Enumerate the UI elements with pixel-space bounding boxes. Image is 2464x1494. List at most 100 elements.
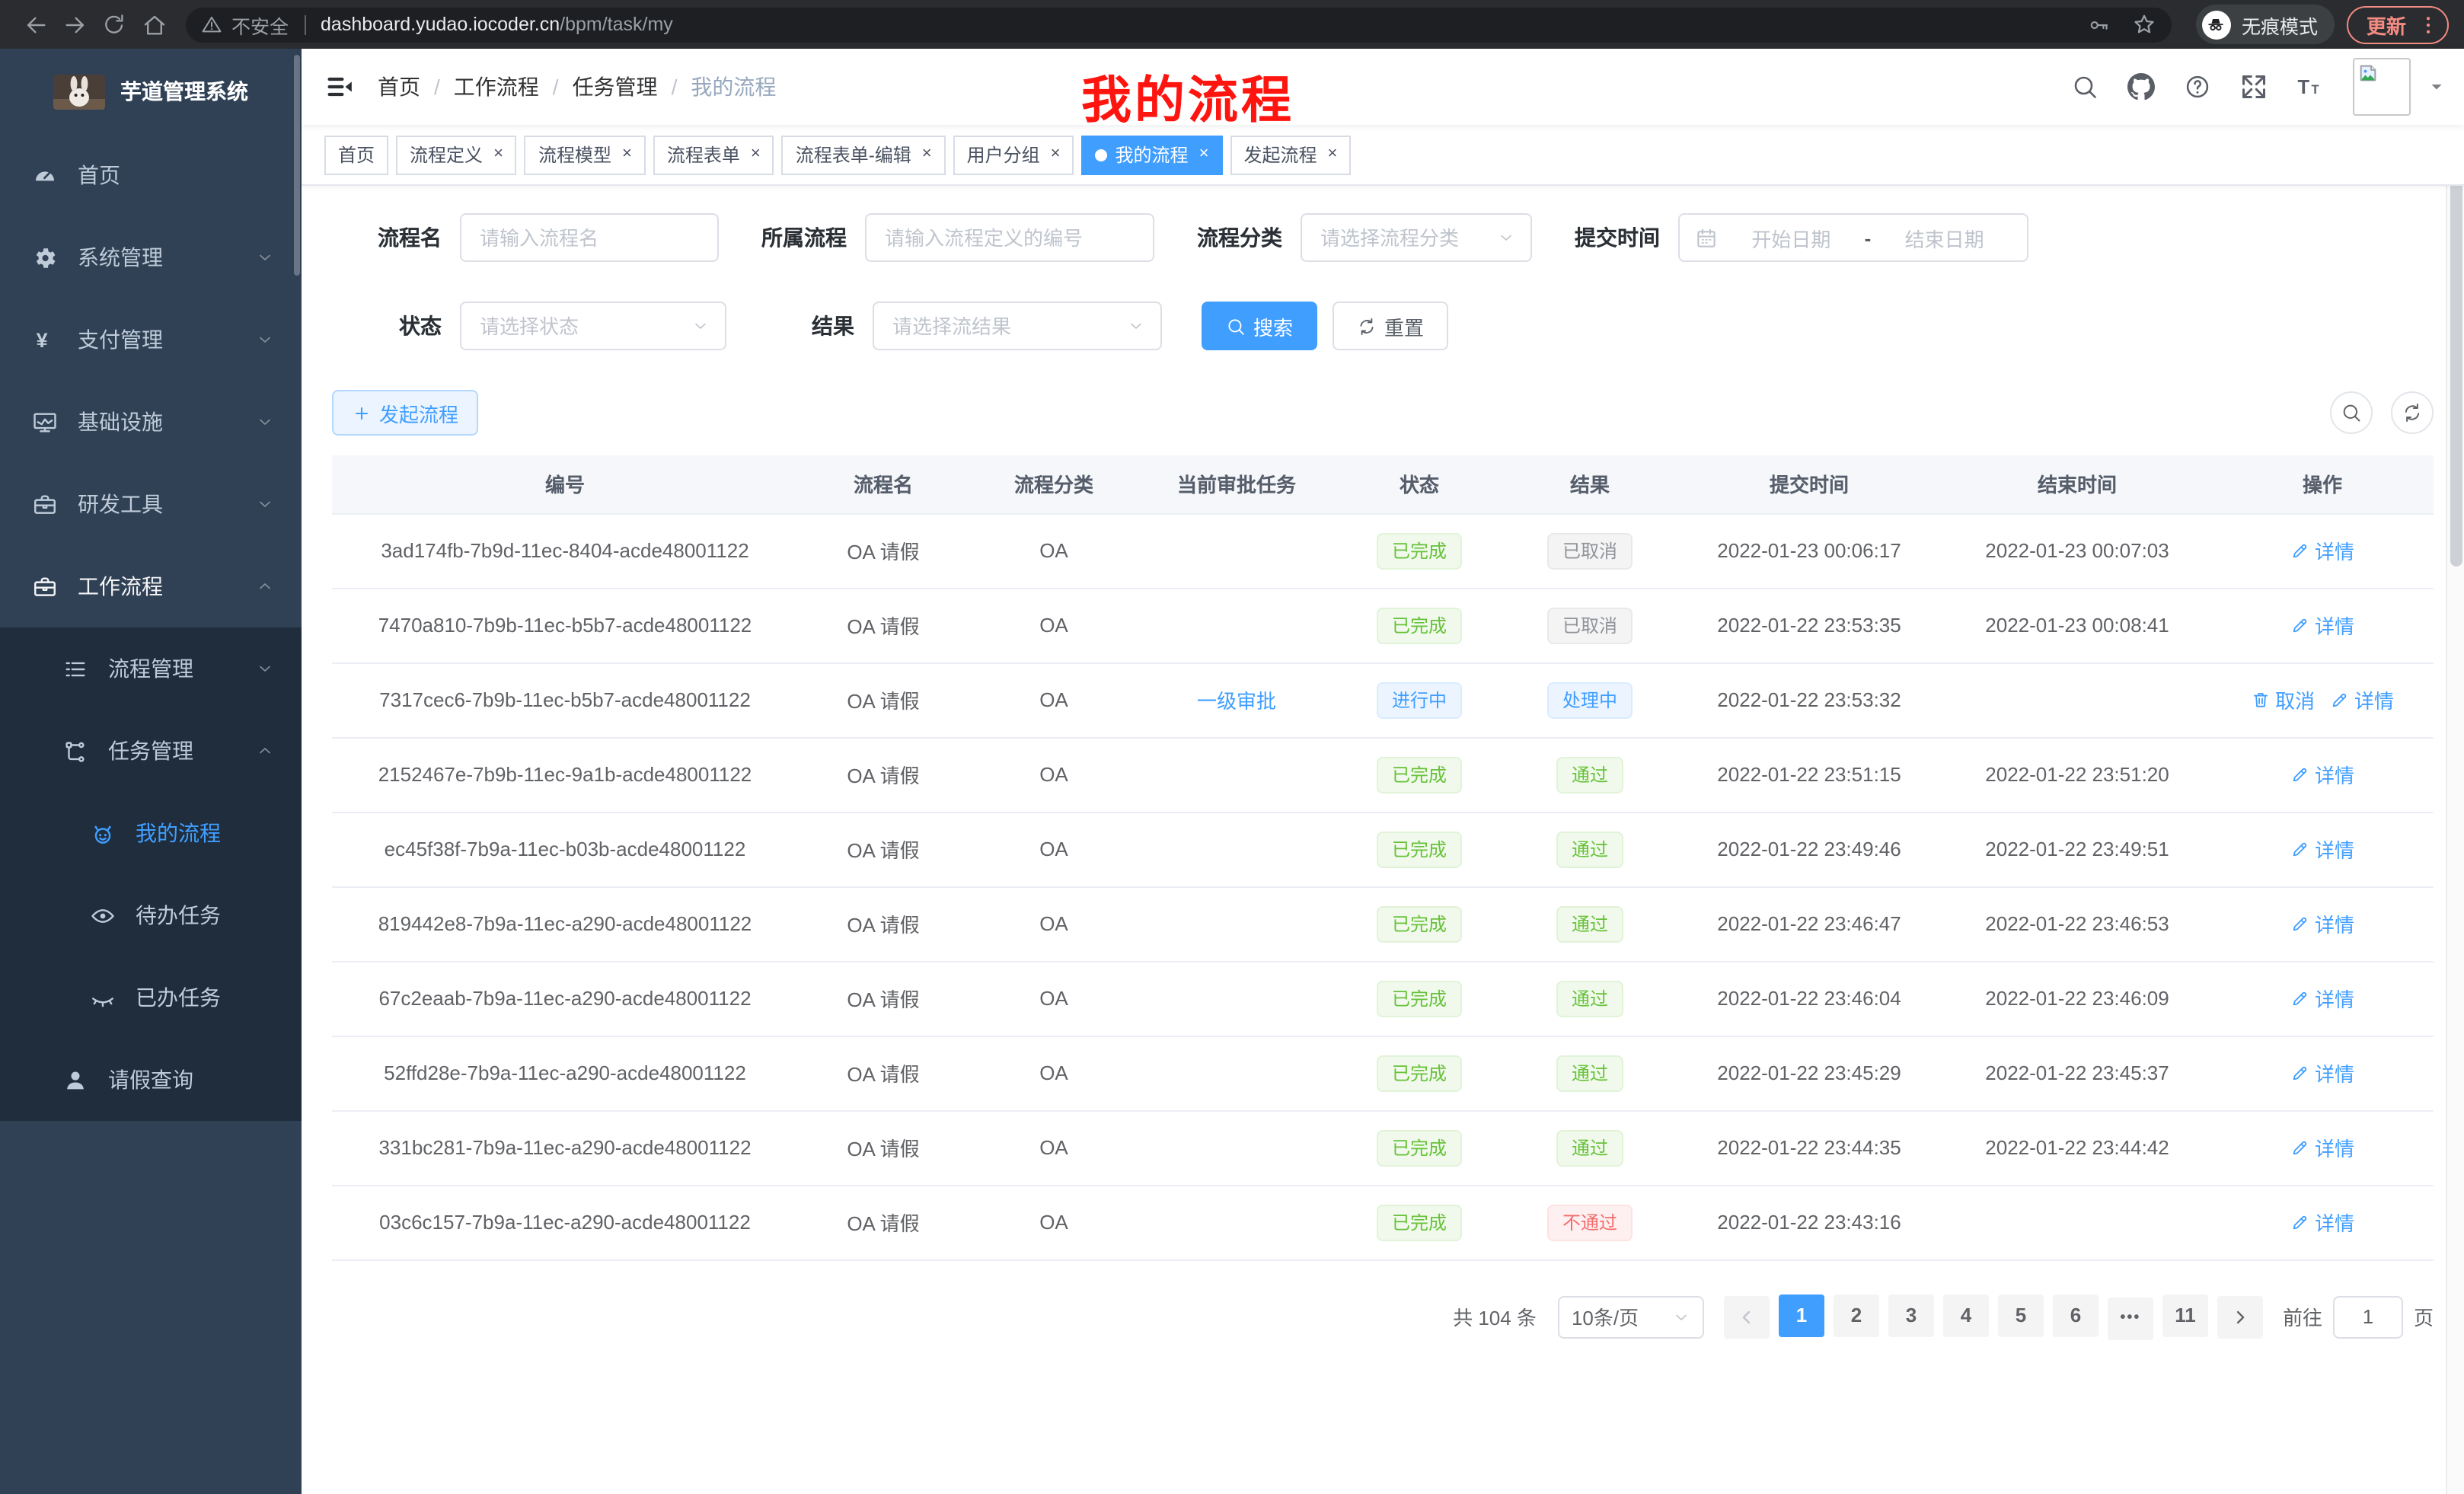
sidebar-scrollbar[interactable] — [294, 55, 300, 276]
search-button[interactable]: 搜索 — [1202, 302, 1317, 350]
detail-link[interactable]: 详情 — [2290, 536, 2354, 565]
star-icon[interactable] — [2132, 12, 2156, 37]
sidebar-item-leave-query[interactable]: 请假查询 — [0, 1039, 302, 1121]
detail-link[interactable]: 详情 — [2290, 984, 2354, 1013]
browser-back-button[interactable] — [15, 5, 55, 44]
svg-text:¥: ¥ — [36, 328, 47, 351]
page-scrollbar[interactable] — [2446, 49, 2464, 1494]
toggle-search-button[interactable] — [2330, 391, 2373, 434]
status-tag: 已完成 — [1377, 607, 1462, 643]
cancel-link[interactable]: 取消 — [2251, 685, 2315, 714]
detail-link[interactable]: 详情 — [2290, 1058, 2354, 1087]
next-page-button[interactable] — [2217, 1295, 2263, 1338]
tab-我的流程[interactable]: 我的流程× — [1082, 135, 1223, 174]
sidebar-item-home[interactable]: 首页 — [0, 134, 302, 216]
browser-reload-button[interactable] — [94, 5, 134, 44]
browser-update-button[interactable]: 更新 — [2347, 5, 2449, 43]
status-select-field[interactable] — [477, 313, 685, 339]
detail-link[interactable]: 详情 — [2290, 835, 2354, 864]
close-icon[interactable]: × — [1327, 146, 1337, 163]
close-icon[interactable]: × — [751, 146, 761, 163]
address-bar[interactable]: 不安全 dashboard.yudao.iocoder.cn/bpm/task/… — [186, 7, 2172, 42]
sidebar-item-infra[interactable]: 基础设施 — [0, 381, 302, 463]
column-header: 结束时间 — [1943, 455, 2211, 513]
sidebar-item-done-task[interactable]: 已办任务 — [0, 956, 302, 1039]
tab-流程表单-编辑[interactable]: 流程表单-编辑× — [782, 135, 946, 174]
process-name-input[interactable] — [460, 213, 719, 262]
sidebar-item-process-mgmt[interactable]: 流程管理 — [0, 627, 302, 710]
sidebar-toggle-button[interactable] — [302, 72, 378, 102]
detail-link[interactable]: 详情 — [2290, 909, 2354, 938]
column-header: 编号 — [332, 455, 798, 513]
result-select-field[interactable] — [889, 313, 1121, 339]
close-icon[interactable]: × — [922, 146, 932, 163]
create-process-button[interactable]: 发起流程 — [332, 390, 478, 436]
key-icon[interactable] — [2088, 13, 2111, 36]
page-button-2[interactable]: 2 — [1834, 1294, 1879, 1336]
process-category-select-field[interactable] — [1317, 225, 1491, 251]
sidebar-item-devtool[interactable]: 研发工具 — [0, 463, 302, 545]
close-icon[interactable]: × — [1199, 146, 1209, 163]
sidebar-item-system[interactable]: 系统管理 — [0, 216, 302, 298]
tab-流程模型[interactable]: 流程模型× — [525, 135, 646, 174]
close-icon[interactable]: × — [1051, 146, 1061, 163]
fullscreen-button[interactable] — [2240, 73, 2268, 101]
page-button-1[interactable]: 1 — [1779, 1294, 1824, 1336]
page-button-4[interactable]: 4 — [1943, 1294, 1989, 1336]
sidebar-item-task-mgmt[interactable]: 任务管理 — [0, 710, 302, 792]
page-button-6[interactable]: 6 — [2053, 1294, 2099, 1336]
page-button-5[interactable]: 5 — [1998, 1294, 2044, 1336]
help-button[interactable] — [2184, 73, 2211, 101]
process-definition-input[interactable] — [865, 213, 1154, 262]
status-select[interactable] — [460, 302, 726, 350]
github-button[interactable] — [2127, 73, 2155, 101]
detail-link[interactable]: 详情 — [2290, 1133, 2354, 1162]
breadcrumb-item[interactable]: 首页 — [378, 72, 420, 102]
reset-button[interactable]: 重置 — [1333, 302, 1448, 350]
detail-link[interactable]: 详情 — [2290, 760, 2354, 789]
tab-首页[interactable]: 首页 — [324, 135, 388, 174]
top-navbar: 首页/工作流程/任务管理/我的流程 我的流程 TT — [302, 49, 2464, 125]
sidebar-item-todo-task[interactable]: 待办任务 — [0, 874, 302, 956]
sidebar-item-label: 工作流程 — [78, 571, 163, 602]
sidebar-item-workflow[interactable]: 工作流程 — [0, 545, 302, 627]
browser-forward-button[interactable] — [55, 5, 94, 44]
process-category-select[interactable] — [1301, 213, 1532, 262]
sidebar-item-payment[interactable]: ¥支付管理 — [0, 298, 302, 381]
breadcrumb-item[interactable]: 工作流程 — [454, 72, 539, 102]
more-menu-icon[interactable] — [2417, 13, 2440, 36]
submit-time-range-picker[interactable]: 开始日期 - 结束日期 — [1678, 213, 2028, 262]
tab-发起流程[interactable]: 发起流程× — [1230, 135, 1351, 174]
sidebar-header[interactable]: 芋道管理系统 — [0, 49, 302, 134]
sidebar-item-my-process[interactable]: 我的流程 — [0, 792, 302, 874]
avatar[interactable] — [2353, 58, 2411, 116]
close-icon[interactable]: × — [622, 146, 632, 163]
cell-end-time: 2022-01-22 23:44:42 — [1943, 1110, 2211, 1185]
chevron-down-icon[interactable] — [2427, 78, 2446, 96]
detail-link[interactable]: 详情 — [2330, 685, 2394, 714]
search-button[interactable] — [2071, 73, 2099, 101]
detail-link[interactable]: 详情 — [2290, 1208, 2354, 1237]
cell-end-time: 2022-01-22 23:46:53 — [1943, 886, 2211, 961]
tab-流程定义[interactable]: 流程定义× — [396, 135, 517, 174]
cell-status: 进行中 — [1334, 662, 1505, 737]
page-button-3[interactable]: 3 — [1888, 1294, 1934, 1336]
tab-用户分组[interactable]: 用户分组× — [953, 135, 1074, 174]
refresh-table-button[interactable] — [2391, 391, 2434, 434]
process-name-input-field[interactable] — [477, 225, 702, 251]
tab-流程表单[interactable]: 流程表单× — [653, 135, 774, 174]
breadcrumb-item[interactable]: 任务管理 — [573, 72, 658, 102]
close-icon[interactable]: × — [493, 146, 503, 163]
process-definition-input-field[interactable] — [882, 225, 1138, 251]
detail-link[interactable]: 详情 — [2290, 611, 2354, 640]
goto-page-input[interactable] — [2333, 1295, 2403, 1338]
page-ellipsis[interactable]: ••• — [2108, 1297, 2153, 1339]
current-task-link[interactable]: 一级审批 — [1197, 690, 1276, 713]
search-icon — [2341, 402, 2362, 423]
prev-page-button[interactable] — [1724, 1295, 1770, 1338]
result-select[interactable] — [873, 302, 1162, 350]
page-size-select[interactable]: 10条/页 — [1558, 1295, 1704, 1338]
browser-home-button[interactable] — [134, 5, 174, 44]
page-button-11[interactable]: 11 — [2162, 1294, 2208, 1336]
fontsize-button[interactable]: TT — [2296, 73, 2324, 101]
